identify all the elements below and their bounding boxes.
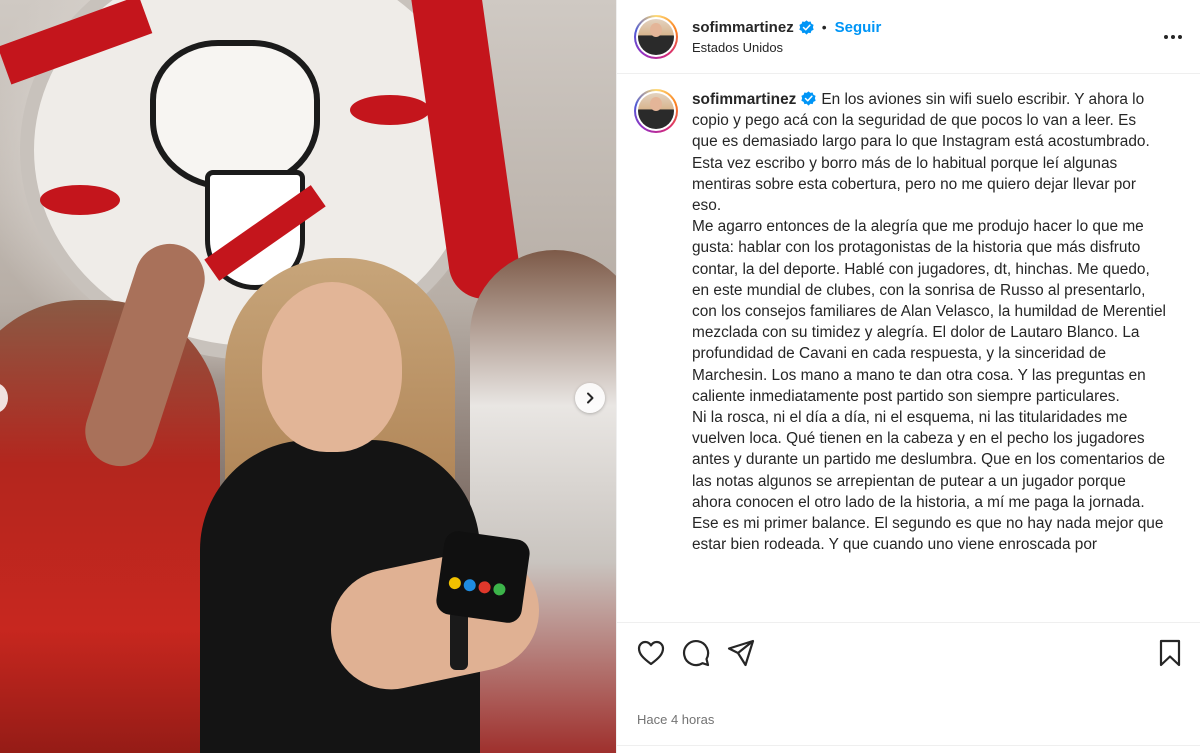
comment-bubble-icon — [682, 639, 710, 666]
microphone-flag — [434, 529, 532, 625]
post-timestamp[interactable]: Hace 4 horas — [637, 712, 714, 727]
username-link[interactable]: sofimmartinez — [692, 19, 794, 36]
action-bar — [617, 622, 1200, 682]
header-text: sofimmartinez • Seguir Estados Unidos — [692, 19, 881, 55]
like-button[interactable] — [636, 638, 666, 668]
mural-lion-head — [150, 40, 320, 190]
mural-palm-right — [350, 95, 430, 125]
woman-face — [262, 282, 402, 452]
location-link[interactable]: Estados Unidos — [692, 40, 881, 55]
caption-body: sofimmartinez En los aviones sin wifi sue… — [692, 89, 1166, 621]
more-options-icon[interactable] — [1164, 34, 1182, 39]
fan-right — [470, 250, 616, 753]
microphone-handle — [450, 610, 468, 670]
divider — [617, 745, 1200, 746]
comment-button[interactable] — [681, 638, 711, 668]
mural-palm-left — [40, 185, 120, 215]
caption-section: sofimmartinez En los aviones sin wifi sue… — [617, 75, 1200, 621]
send-icon — [727, 639, 755, 666]
avatar[interactable] — [634, 14, 678, 59]
carousel-next-button[interactable] — [575, 383, 605, 413]
separator-dot: • — [821, 19, 827, 35]
caption-avatar-image — [638, 93, 674, 129]
bookmark-icon — [1159, 639, 1181, 666]
share-button[interactable] — [726, 638, 756, 668]
avatar-image — [638, 18, 674, 55]
post-header: sofimmartinez • Seguir Estados Unidos — [617, 0, 1200, 74]
verified-badge-icon — [801, 91, 816, 106]
caption-username-link[interactable]: sofimmartinez — [692, 91, 796, 108]
save-button[interactable] — [1155, 638, 1185, 668]
heart-icon — [637, 640, 665, 665]
instagram-post: sofimmartinez • Seguir Estados Unidos so… — [0, 0, 1200, 753]
post-side-panel: sofimmartinez • Seguir Estados Unidos so… — [616, 0, 1200, 753]
follow-button[interactable]: Seguir — [835, 19, 882, 36]
chevron-right-icon — [587, 392, 594, 404]
caption-text: En los aviones sin wifi suelo escribir. … — [692, 91, 1166, 554]
post-photo[interactable] — [0, 0, 616, 753]
verified-badge-icon — [799, 19, 814, 35]
tv-logo-dots — [448, 576, 507, 597]
caption-avatar[interactable] — [634, 89, 678, 133]
